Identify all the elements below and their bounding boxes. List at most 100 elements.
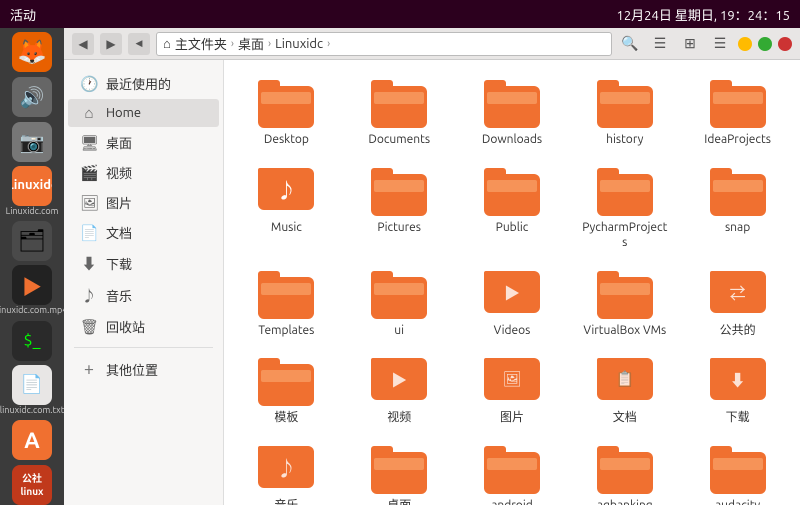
launcher-item-files[interactable]: 🗂 [6,221,58,262]
folder-icon-videos: ▶ [484,271,540,319]
sidebar-label-home: Home [106,106,141,120]
add-location-icon: + [80,359,98,379]
file-item-pictures[interactable]: Pictures [345,160,454,259]
file-item-tupian[interactable]: 🖼 图片 [458,350,567,434]
win-minimize-button[interactable] [738,37,752,51]
file-label-moban: 模板 [274,410,298,426]
desktop-icon: 🖥 [80,134,98,152]
launcher-item-linuxbanner[interactable]: 公社linux [6,464,58,505]
file-item-android[interactable]: android [458,438,567,505]
documents-icon: 📄 [80,224,98,242]
sidebar-item-videos[interactable]: 🎬 视频 [68,158,219,187]
grid-view-icon[interactable]: ⊞ [678,32,702,56]
file-item-virtualbox[interactable]: VirtualBox VMs [570,263,679,347]
activity-label[interactable]: 活动 [10,5,36,24]
folder-icon-virtualbox [597,271,653,319]
sidebar-item-other[interactable]: + 其他位置 [68,354,219,384]
sidebar-label-pictures: 图片 [106,193,132,212]
sidebar-item-music[interactable]: ♪ 音乐 [68,280,219,311]
forward-button[interactable]: ▶ [100,33,122,55]
file-grid[interactable]: Desktop Documents Down [224,60,800,505]
sidebar-label-music: 音乐 [106,286,132,305]
trash-icon: 🗑 [80,318,98,336]
sidebar-item-recent[interactable]: 🕐 最近使用的 [68,69,219,98]
file-item-history[interactable]: history [570,72,679,156]
launcher-item-txt[interactable]: 📄 linuxidc.com.txt [6,365,58,416]
file-item-audacity[interactable]: audacity [683,438,792,505]
back-button[interactable]: ◀ [72,33,94,55]
win-maximize-button[interactable] [758,37,772,51]
folder-icon-documents [371,80,427,128]
sidebar-item-documents[interactable]: 📄 文档 [68,218,219,247]
search-icon[interactable]: 🔍 [618,32,642,56]
folder-icon-public [484,168,540,216]
launcher-item-fontviewer[interactable]: A [6,420,58,461]
home-icon: ⌂ [80,104,98,122]
file-item-ui[interactable]: ui [345,263,454,347]
menu-icon[interactable]: ☰ [708,32,732,56]
file-item-yinyue[interactable]: ♪ 音乐 [232,438,341,505]
file-item-pycharmprojects[interactable]: PycharmProjects [570,160,679,259]
launcher-item-terminal[interactable]: $_ [6,320,58,361]
file-item-videos[interactable]: ▶ Videos [458,263,567,347]
sidebar-label-trash: 回收站 [106,317,145,336]
file-label-pictures: Pictures [377,220,421,236]
file-label-music: Music [271,220,302,236]
file-item-ideaprojects[interactable]: IdeaProjects [683,72,792,156]
file-item-desktop[interactable]: Desktop [232,72,341,156]
file-item-agbanking[interactable]: agbanking [570,438,679,505]
file-label-audacity: audacity [715,498,760,505]
sidebar-item-desktop[interactable]: 🖥 桌面 [68,128,219,157]
folder-icon-yinyue: ♪ [258,446,314,494]
file-item-zhuomian[interactable]: 桌面 [345,438,454,505]
file-item-moban[interactable]: 模板 [232,350,341,434]
folder-icon-ui [371,271,427,319]
file-label-pycharmprojects: PycharmProjects [580,220,670,251]
downloads-icon: ⬇ [80,253,98,274]
breadcrumb[interactable]: ⌂ 主文件夹 › 桌面 › Linuxidc › [156,32,612,56]
file-item-shipin[interactable]: ▶ 视频 [345,350,454,434]
launcher-item-linuxidc[interactable]: Linuxidc Linuxidc.com [6,166,58,217]
sidebar-item-home[interactable]: ⌂ Home [68,99,219,127]
file-item-documents[interactable]: Documents [345,72,454,156]
sidebar-item-downloads[interactable]: ⬇ 下载 [68,248,219,279]
toolbar-right: 🔍 ☰ ⊞ ☰ [618,32,792,56]
sidebar-label-other: 其他位置 [106,360,158,379]
breadcrumb-home-icon: ⌂ [163,36,171,51]
folder-icon-pictures [371,168,427,216]
txt-label: linuxidc.com.txt [0,406,64,416]
file-item-wendang[interactable]: 📋 文档 [570,350,679,434]
file-item-music[interactable]: ♪ Music [232,160,341,259]
folder-icon-shipin: ▶ [371,358,427,406]
file-item-gonggong[interactable]: ⇄ 公共的 [683,263,792,347]
sidebar-item-trash[interactable]: 🗑 回收站 [68,312,219,341]
file-item-snap[interactable]: snap [683,160,792,259]
file-label-shipin: 视频 [387,410,411,426]
sidebar: 🕐 最近使用的 ⌂ Home 🖥 桌面 🎬 视频 🖼 图片 📄 文档 [64,60,224,505]
breadcrumb-linuxidc[interactable]: Linuxidc [275,37,323,51]
folder-icon-xiazai: ⬇ [710,358,766,406]
file-label-ideaprojects: IdeaProjects [704,132,771,148]
win-close-button[interactable] [778,37,792,51]
sidebar-item-pictures[interactable]: 🖼 图片 [68,188,219,217]
folder-icon-audacity [710,446,766,494]
breadcrumb-home[interactable]: 主文件夹 [175,34,227,53]
file-item-templates[interactable]: Templates [232,263,341,347]
up-button[interactable]: ◀ [128,33,150,55]
file-grid-inner: Desktop Documents Down [232,72,792,505]
music-icon: ♪ [80,285,98,306]
launcher-item-camera[interactable]: 📷 [6,121,58,162]
breadcrumb-desktop[interactable]: 桌面 [238,34,264,53]
file-label-desktop: Desktop [264,132,309,148]
datetime-label: 12月24日 星期日, 19：24：15 [617,5,790,24]
file-label-xiazai: 下载 [726,410,750,426]
file-item-xiazai[interactable]: ⬇ 下载 [683,350,792,434]
launcher-item-mp4[interactable]: ▶ linuxidc.com.mp4 [6,265,58,316]
list-view-icon[interactable]: ☰ [648,32,672,56]
file-item-public[interactable]: Public [458,160,567,259]
folder-icon-ideaprojects [710,80,766,128]
file-item-downloads[interactable]: Downloads [458,72,567,156]
launcher-item-sound[interactable]: 🔊 [6,77,58,118]
linuxidc-label: Linuxidc.com [6,207,59,217]
launcher-item-firefox[interactable]: 🦊 [6,32,58,73]
